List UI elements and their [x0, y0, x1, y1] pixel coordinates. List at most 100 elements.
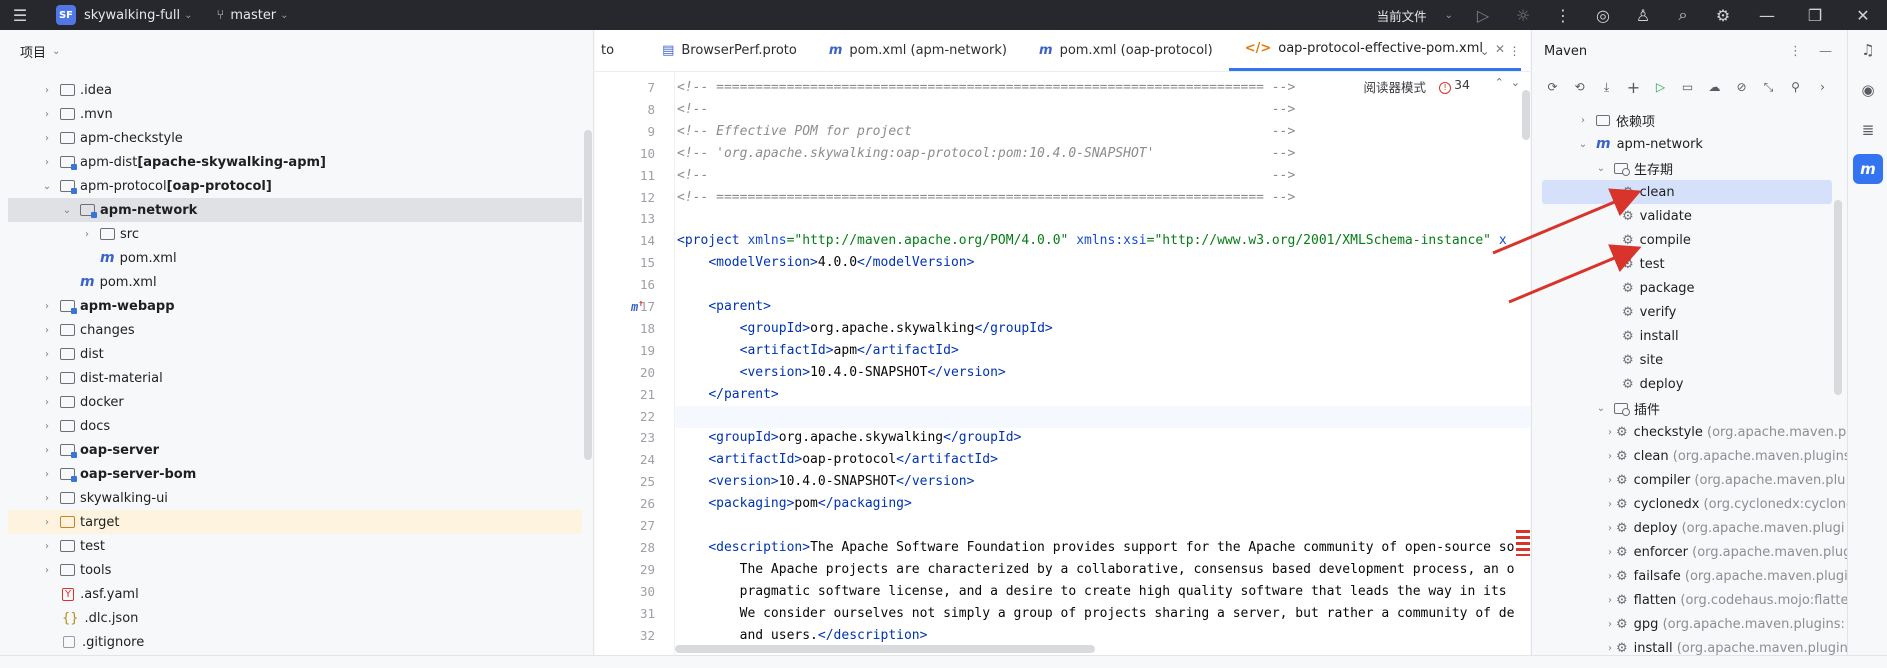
tree-item-asf-yaml[interactable]: Y .asf.yaml: [8, 582, 582, 606]
problems-indicator[interactable]: ! 34: [1439, 77, 1470, 94]
minimize-icon[interactable]: —: [1743, 0, 1791, 30]
tree-item-idea[interactable]: › .idea: [8, 78, 582, 102]
chevron-right-icon[interactable]: ›: [40, 565, 54, 576]
maven-item-plugin[interactable]: › ⚙ failsafe (org.apache.maven.plugi: [1542, 564, 1848, 588]
ai-assistant-icon[interactable]: ◎: [1583, 0, 1623, 30]
search-icon[interactable]: ⌕: [1663, 0, 1703, 30]
project-name[interactable]: skywalking-full: [84, 8, 180, 23]
settings-gear-icon[interactable]: ⚙: [1703, 0, 1743, 30]
generate-sources-icon[interactable]: ⟲: [1567, 76, 1592, 98]
maven-item-plugin[interactable]: › ⚙ flatten (org.codehaus.mojo:flatte: [1542, 588, 1849, 612]
download-icon[interactable]: ⤓: [1594, 76, 1619, 98]
close-icon[interactable]: ✕: [1839, 0, 1887, 30]
maven-item-goal[interactable]: ⚙ site: [1542, 348, 1832, 372]
maven-item-goal[interactable]: ⚙ compile: [1542, 228, 1832, 252]
maven-item-goal[interactable]: ⚙ validate: [1542, 204, 1832, 228]
chevron-right-icon[interactable]: ›: [40, 301, 54, 312]
maven-tool-icon[interactable]: m: [1853, 154, 1883, 184]
tree-item-oap-server-bom[interactable]: › oap-server-bom: [8, 462, 582, 486]
tree-item-apm-protocol[interactable]: ⌄ apm-protocol [oap-protocol]: [8, 174, 582, 198]
debug-icon[interactable]: ☼: [1503, 0, 1543, 30]
chevron-right-icon[interactable]: ›: [40, 85, 54, 96]
database-icon[interactable]: ≣: [1848, 110, 1887, 150]
chevron-right-icon[interactable]: ›: [40, 373, 54, 384]
chevron-right-icon[interactable]: ›: [1608, 451, 1612, 462]
analyze-dependencies-icon[interactable]: ⚲: [1783, 76, 1808, 98]
tree-item-skywalking-ui[interactable]: › skywalking-ui: [8, 486, 582, 510]
chevron-down-icon[interactable]: ⌄: [60, 205, 74, 216]
chevron-right-icon[interactable]: ›: [40, 325, 54, 336]
chevron-right-icon[interactable]: ›: [40, 421, 54, 432]
chevron-right-icon[interactable]: ›: [40, 397, 54, 408]
chevron-right-icon[interactable]: ›: [1608, 523, 1612, 534]
reader-mode-button[interactable]: 阅读器模式: [1363, 77, 1426, 96]
maven-item-plugins[interactable]: ⌄ 插件: [1542, 396, 1832, 420]
run-icon[interactable]: ▷: [1648, 76, 1673, 98]
chevron-down-icon[interactable]: ⌄: [184, 10, 192, 21]
chevron-right-icon[interactable]: ›: [1608, 427, 1612, 438]
maven-item-lifecycle[interactable]: ⌄ 生存期: [1542, 156, 1832, 180]
chevron-right-icon[interactable]: ›: [1810, 76, 1835, 98]
chevron-right-icon[interactable]: ›: [1608, 547, 1612, 558]
maven-scrollbar[interactable]: [1834, 200, 1842, 395]
more-icon[interactable]: ⋮: [1789, 44, 1802, 59]
maven-item-goal[interactable]: ⚙ test: [1542, 252, 1832, 276]
chevron-right-icon[interactable]: ›: [40, 493, 54, 504]
tree-item-docs[interactable]: › docs: [8, 414, 582, 438]
chevron-down-icon[interactable]: ⌄: [1594, 403, 1608, 414]
chevron-right-icon[interactable]: ›: [40, 109, 54, 120]
offline-icon[interactable]: ☁: [1702, 76, 1727, 98]
project-badge[interactable]: SF: [56, 5, 76, 25]
chevron-right-icon[interactable]: ›: [40, 541, 54, 552]
tab-pom-oap-protocol[interactable]: m pom.xml (oap-protocol): [1023, 29, 1229, 71]
tree-item-test[interactable]: › test: [8, 534, 582, 558]
project-panel-header[interactable]: 项目 ⌄: [0, 30, 593, 72]
project-scrollbar[interactable]: [584, 130, 592, 460]
chevron-right-icon[interactable]: ›: [1608, 499, 1612, 510]
problem-navigation[interactable]: ⌃ ⌄: [1495, 76, 1520, 89]
code-view[interactable]: 7 <!-- ==================================…: [631, 72, 1530, 655]
tree-item-changes[interactable]: › changes: [8, 318, 582, 342]
maven-item-goal[interactable]: ⚙ install: [1542, 324, 1832, 348]
chevron-down-icon[interactable]: ⌄: [1594, 163, 1608, 174]
skip-tests-icon[interactable]: ⊘: [1729, 76, 1754, 98]
maven-item-goal[interactable]: ⚙ clean: [1542, 180, 1832, 204]
hide-panel-icon[interactable]: —: [1819, 44, 1832, 59]
tree-item-dist[interactable]: › dist: [8, 342, 582, 366]
maven-item-plugin[interactable]: › ⚙ clean (org.apache.maven.plugins: [1542, 444, 1851, 468]
tree-item-tools[interactable]: › tools: [8, 558, 582, 582]
chevron-right-icon[interactable]: ›: [40, 157, 54, 168]
collapse-icon[interactable]: ⤡: [1756, 76, 1781, 98]
maven-item-goal[interactable]: ⚙ verify: [1542, 300, 1832, 324]
execute-goal-icon[interactable]: ▭: [1675, 76, 1700, 98]
chevron-down-icon[interactable]: ⌄: [1576, 139, 1590, 150]
chevron-right-icon[interactable]: ›: [1608, 571, 1612, 582]
chevron-down-icon[interactable]: ⌄: [1445, 10, 1453, 21]
tree-item-apm-dist[interactable]: › apm-dist [apache-skywalking-apm]: [8, 150, 582, 174]
maven-item-goal[interactable]: ⚙ deploy: [1542, 372, 1832, 396]
tree-item-pom-protocol[interactable]: m pom.xml: [8, 270, 582, 294]
maven-parent-gutter-icon[interactable]: m↑: [631, 299, 644, 314]
chevron-down-icon[interactable]: ⌄: [280, 10, 288, 21]
chevron-down-icon[interactable]: ⌄: [1479, 44, 1489, 58]
maven-item-folder[interactable]: › 依赖项: [1542, 108, 1832, 132]
chevron-right-icon[interactable]: ›: [1576, 115, 1590, 126]
tree-item-oap-server[interactable]: › oap-server: [8, 438, 582, 462]
chevron-right-icon[interactable]: ›: [80, 229, 94, 240]
tab-pom-apm-network[interactable]: m pom.xml (apm-network): [813, 29, 1023, 71]
more-icon[interactable]: ⋮: [1543, 0, 1583, 30]
chevron-down-icon[interactable]: ⌄: [52, 46, 60, 57]
tab-browserperf-proto[interactable]: ▤ BrowserPerf.proto: [646, 29, 813, 71]
tree-item-apm-webapp[interactable]: › apm-webapp: [8, 294, 582, 318]
chevron-right-icon[interactable]: ›: [40, 469, 54, 480]
tree-item-dist-material[interactable]: › dist-material: [8, 366, 582, 390]
maven-item-plugin[interactable]: › ⚙ deploy (org.apache.maven.plugi: [1542, 516, 1844, 540]
maven-item-module[interactable]: ⌄ m apm-network: [1542, 132, 1832, 156]
maven-item-plugin[interactable]: › ⚙ compiler (org.apache.maven.plu: [1542, 468, 1845, 492]
maven-item-plugin[interactable]: › ⚙ checkstyle (org.apache.maven.pl: [1542, 420, 1850, 444]
hamburger-menu-icon[interactable]: ☰: [0, 0, 40, 30]
tree-item-pom-network[interactable]: m pom.xml: [8, 246, 582, 270]
chevron-right-icon[interactable]: ›: [40, 133, 54, 144]
more-icon[interactable]: ⋮: [1509, 44, 1521, 58]
reload-icon[interactable]: ⟳: [1540, 76, 1565, 98]
